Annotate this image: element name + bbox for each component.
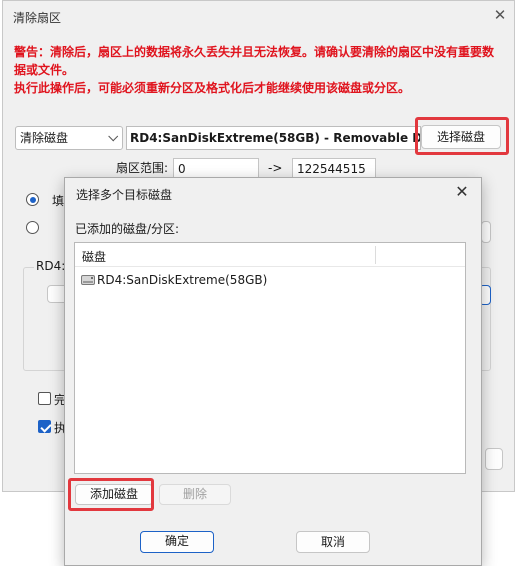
option-checkbox-1[interactable] [38, 392, 51, 405]
modal-title: 选择多个目标磁盘 [76, 188, 173, 202]
fill-mode-radio[interactable] [26, 193, 39, 206]
close-icon[interactable]: ✕ [492, 7, 508, 23]
target-type-value: 清除磁盘 [20, 131, 69, 145]
list-item[interactable]: RD4:SanDiskExtreme(58GB) [80, 271, 267, 289]
warning-line-2: 据或文件。 [14, 63, 75, 77]
warning-line-1: 警告：清除后，扇区上的数据将永久丢失并且无法恢复。请确认要清除的扇区中没有重要数 [14, 45, 495, 59]
sector-range-label: 扇区范围: [116, 161, 169, 175]
range-arrow: -> [268, 161, 283, 175]
list-header: 磁盘 [75, 243, 465, 267]
warning-line-3: 执行此操作后，可能必须重新分区及格式化后才能继续使用该磁盘或分区。 [14, 81, 411, 95]
disk-icon [81, 275, 95, 285]
chevron-down-icon [108, 131, 119, 142]
column-separator [375, 246, 376, 264]
add-disk-highlight [68, 478, 154, 511]
partial-hidden-bottom-button[interactable] [485, 448, 503, 470]
list-item-label: RD4:SanDiskExtreme(58GB) [97, 273, 268, 287]
cancel-button[interactable]: 取消 [296, 531, 370, 553]
select-disk-highlight [415, 117, 509, 155]
select-target-disks-dialog: 选择多个目标磁盘 ✕ 已添加的磁盘/分区: 磁盘 RD4:SanDiskExtr… [64, 177, 482, 566]
fill-mode-label: 填 [52, 194, 65, 208]
target-type-select[interactable]: 清除磁盘 [15, 126, 123, 150]
added-disks-label: 已添加的磁盘/分区: [75, 222, 180, 236]
ok-button[interactable]: 确定 [140, 531, 214, 553]
partial-hidden-dropdown[interactable] [481, 221, 491, 243]
target-disk-field: RD4:SanDiskExtreme(58GB) - Removable Dis… [126, 126, 421, 150]
added-disks-list[interactable]: 磁盘 RD4:SanDiskExtreme(58GB) [74, 242, 466, 474]
delete-button[interactable]: 删除 [159, 484, 231, 505]
column-header-disk[interactable]: 磁盘 [82, 248, 106, 265]
option-checkbox-2[interactable] [38, 420, 51, 433]
second-mode-radio[interactable] [26, 221, 39, 234]
dialog-title: 清除扇区 [13, 11, 62, 25]
close-icon[interactable]: ✕ [453, 183, 471, 201]
